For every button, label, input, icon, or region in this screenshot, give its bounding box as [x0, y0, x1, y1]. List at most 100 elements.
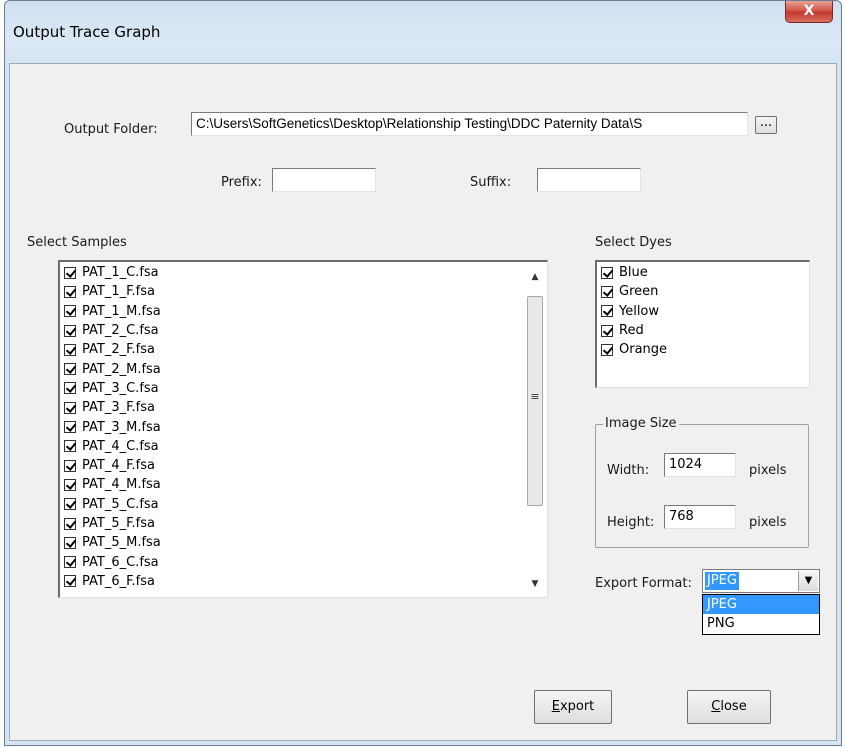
sample-item[interactable]: PAT_3_M.fsa	[60, 417, 547, 436]
sample-item[interactable]: PAT_1_F.fsa	[60, 282, 547, 301]
checkbox-icon[interactable]	[64, 556, 76, 569]
sample-item[interactable]: PAT_1_C.fsa	[60, 263, 547, 282]
prefix-label: Prefix:	[221, 175, 262, 190]
format-option-png[interactable]: PNG	[703, 614, 819, 633]
checkbox-icon[interactable]	[64, 285, 76, 298]
sample-item[interactable]: PAT_2_F.fsa	[60, 340, 547, 359]
checkbox-icon[interactable]	[64, 575, 76, 588]
checkbox-icon[interactable]	[601, 343, 613, 356]
scroll-grip-icon: ≡	[530, 390, 540, 403]
samples-listbox[interactable]: PAT_1_C.fsa PAT_1_F.fsa PAT_1_M.fsa PAT_2_C…	[58, 260, 548, 598]
export-rest-label: xport	[559, 699, 595, 714]
select-dyes-label: Select Dyes	[595, 235, 672, 250]
sample-item[interactable]: PAT_3_F.fsa	[60, 398, 547, 417]
image-size-label: Image Size	[603, 416, 679, 431]
checkbox-icon[interactable]	[64, 266, 76, 279]
sample-item-label: PAT_4_C.fsa	[82, 438, 159, 454]
checkbox-icon[interactable]	[64, 305, 76, 318]
checkbox-icon[interactable]	[64, 440, 76, 453]
export-format-dropdown[interactable]: JPEG PNG	[702, 594, 820, 635]
dye-item[interactable]: Blue	[597, 263, 809, 282]
window-title: Output Trace Graph	[13, 23, 161, 41]
checkbox-icon[interactable]	[601, 266, 613, 279]
sample-item-label: PAT_2_M.fsa	[82, 361, 161, 377]
export-format-select[interactable]: JPEG ▼	[702, 569, 820, 593]
scroll-down-icon[interactable]: ▼	[525, 579, 545, 589]
browse-folder-button[interactable]: ...	[755, 116, 777, 134]
checkbox-icon[interactable]	[64, 421, 76, 434]
sample-item[interactable]: PAT_6_F.fsa	[60, 572, 547, 591]
output-folder-label: Output Folder:	[64, 122, 158, 137]
suffix-label: Suffix:	[470, 175, 512, 190]
sample-item-label: PAT_1_M.fsa	[82, 303, 161, 319]
checkbox-icon[interactable]	[64, 498, 76, 511]
dye-item-label: Yellow	[619, 303, 660, 319]
sample-item[interactable]: PAT_4_C.fsa	[60, 437, 547, 456]
dye-item-label: Blue	[619, 265, 648, 281]
checkbox-icon[interactable]	[64, 478, 76, 491]
dialog-body: Output Folder: C:\Users\SoftGenetics\Des…	[9, 63, 837, 741]
sample-item[interactable]: PAT_2_C.fsa	[60, 321, 547, 340]
export-format-selected: JPEG	[705, 572, 739, 590]
dye-item-label: Green	[619, 284, 659, 300]
format-option-jpeg[interactable]: JPEG	[703, 595, 819, 614]
width-label: Width:	[607, 463, 650, 478]
sample-item[interactable]: PAT_3_C.fsa	[60, 379, 547, 398]
checkbox-icon[interactable]	[64, 459, 76, 472]
sample-item-label: PAT_6_F.fsa	[82, 573, 155, 589]
height-label: Height:	[607, 515, 655, 530]
sample-item-label: PAT_5_F.fsa	[82, 516, 155, 531]
sample-item-label: PAT_3_F.fsa	[82, 400, 155, 416]
close-button[interactable]: Close	[687, 690, 771, 724]
checkbox-icon[interactable]	[64, 363, 76, 376]
sample-item-label: PAT_3_M.fsa	[82, 419, 161, 435]
dye-item[interactable]: Yellow	[597, 302, 809, 321]
sample-item-label: PAT_5_M.fsa	[82, 535, 161, 551]
height-field[interactable]: 768	[664, 505, 736, 529]
sample-item[interactable]: PAT_6_C.fsa	[60, 552, 547, 571]
sample-item[interactable]: PAT_1_M.fsa	[60, 302, 547, 321]
sample-item-label: PAT_4_F.fsa	[82, 458, 155, 474]
select-samples-label: Select Samples	[27, 235, 127, 250]
sample-item-label: PAT_4_M.fsa	[82, 477, 161, 493]
title-bar[interactable]: Output Trace Graph X	[5, 1, 841, 61]
checkbox-icon[interactable]	[601, 285, 613, 298]
close-icon: X	[803, 3, 815, 19]
sample-item[interactable]: PAT_2_M.fsa	[60, 359, 547, 378]
sample-item[interactable]: PAT_5_F.fsa	[60, 514, 547, 533]
export-format-label: Export Format:	[595, 576, 692, 591]
output-folder-field[interactable]: C:\Users\SoftGenetics\Desktop\Relationsh…	[191, 112, 748, 136]
checkbox-icon[interactable]	[64, 536, 76, 549]
width-unit-label: pixels	[749, 463, 787, 478]
samples-list: PAT_1_C.fsa PAT_1_F.fsa PAT_1_M.fsa PAT_2_C…	[60, 262, 547, 591]
sample-item-label: PAT_1_C.fsa	[82, 265, 159, 281]
width-field[interactable]: 1024	[664, 453, 736, 477]
export-button[interactable]: Export	[534, 690, 612, 724]
sample-item[interactable]: PAT_4_F.fsa	[60, 456, 547, 475]
dyes-list: Blue Green Yellow Red Orange	[597, 262, 809, 359]
scroll-up-icon[interactable]: ▲	[525, 272, 545, 282]
chevron-down-icon[interactable]: ▼	[798, 571, 818, 591]
checkbox-icon[interactable]	[64, 382, 76, 395]
sample-item[interactable]: PAT_5_M.fsa	[60, 533, 547, 552]
checkbox-icon[interactable]	[64, 343, 76, 356]
checkbox-icon[interactable]	[601, 305, 613, 318]
dyes-listbox[interactable]: Blue Green Yellow Red Orange	[595, 260, 810, 388]
prefix-field[interactable]	[272, 168, 376, 192]
sample-item[interactable]: PAT_4_M.fsa	[60, 475, 547, 494]
checkbox-icon[interactable]	[64, 401, 76, 414]
dye-item[interactable]: Red	[597, 321, 809, 340]
dialog-window: Output Trace Graph X Output Folder: C:\U…	[4, 0, 842, 746]
dye-item[interactable]: Green	[597, 282, 809, 301]
dye-item[interactable]: Orange	[597, 340, 809, 359]
checkbox-icon[interactable]	[601, 324, 613, 337]
samples-scrollbar[interactable]: ▲ ≡ ▼	[525, 264, 545, 595]
checkbox-icon[interactable]	[64, 324, 76, 337]
dye-item-label: Red	[619, 323, 644, 339]
sample-item-label: PAT_5_C.fsa	[82, 496, 159, 512]
dye-item-label: Orange	[619, 342, 668, 358]
window-close-button[interactable]: X	[785, 1, 833, 23]
checkbox-icon[interactable]	[64, 517, 76, 530]
suffix-field[interactable]	[537, 168, 641, 192]
sample-item[interactable]: PAT_5_C.fsa	[60, 495, 547, 514]
